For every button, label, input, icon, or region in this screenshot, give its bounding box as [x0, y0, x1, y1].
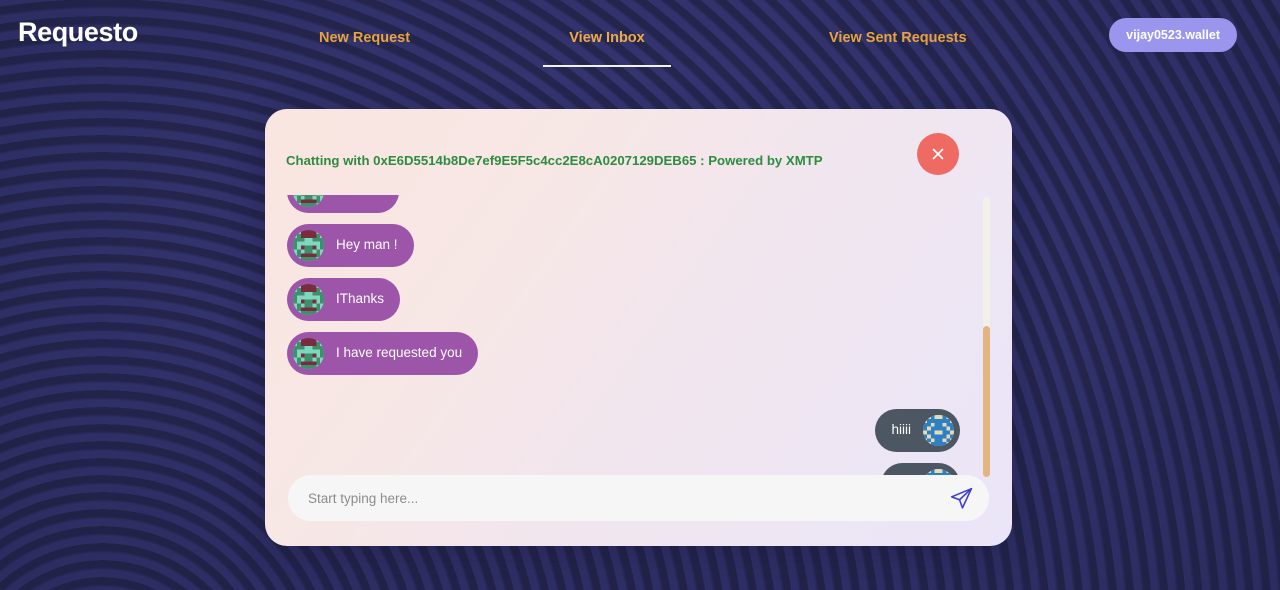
message-bubble-incoming[interactable]: Hey man ! [287, 224, 414, 267]
message-text: Hey man ! [336, 237, 398, 253]
nav-tab-view-inbox[interactable]: View Inbox [543, 30, 671, 56]
nav-tab-new-request[interactable]: New Request [319, 30, 410, 56]
nav-tab-view-sent-requests[interactable]: View Sent Requests [829, 30, 967, 56]
message-row: hiiii [287, 409, 990, 452]
message-row: I have requested you [287, 332, 990, 375]
message-row: hii [287, 463, 990, 475]
blockie-avatar-blue-icon [923, 415, 954, 446]
message-bubble-outgoing[interactable]: hiiii [875, 409, 960, 452]
chat-title: Chatting with 0xE6D5514b8De7ef9E5F5c4cc2… [286, 153, 823, 168]
blockie-avatar-green-icon [293, 230, 324, 261]
message-text: IThanks [336, 291, 384, 307]
nav-tab-new-request-label: New Request [319, 30, 410, 46]
send-message-button[interactable] [933, 475, 989, 521]
wallet-address-label: vijay0523.wallet [1126, 28, 1220, 42]
app-header: Requesto New Request View Inbox View Sen… [0, 0, 1280, 66]
chat-panel: Chatting with 0xE6D5514b8De7ef9E5F5c4cc2… [265, 109, 1012, 546]
wallet-address-button[interactable]: vijay0523.wallet [1109, 18, 1237, 52]
nav-tab-view-sent-requests-label: View Sent Requests [829, 30, 967, 46]
send-paper-plane-icon [949, 486, 974, 511]
message-row: Hey man ! [287, 224, 990, 267]
message-row: IThanks [287, 278, 990, 321]
message-composer [288, 475, 989, 521]
messages-scrollbar-thumb[interactable] [983, 326, 990, 477]
active-tab-underline [543, 65, 671, 67]
message-bubble-outgoing[interactable]: hii [881, 463, 960, 475]
message-text: I have requested you [336, 345, 462, 361]
brand-logo: Requesto [18, 17, 138, 48]
message-bubble-incoming[interactable]: I have requested you [287, 332, 478, 375]
message-text: hiiii [891, 422, 911, 438]
message-bubble-incoming[interactable]: IThanks [287, 278, 400, 321]
blockie-avatar-green-icon [293, 195, 324, 207]
nav-tab-view-inbox-label: View Inbox [569, 30, 644, 46]
blockie-avatar-green-icon [293, 338, 324, 369]
messages-scroll-area[interactable]: Hi there Hey man ! IThanks I have requested… [287, 195, 990, 475]
message-bubble-incoming[interactable]: Hi there [287, 195, 399, 213]
blockie-avatar-green-icon [293, 284, 324, 315]
close-icon [930, 146, 946, 162]
message-text: Hi there [336, 195, 383, 200]
close-chat-button[interactable] [917, 133, 959, 175]
message-row: Hi there [287, 195, 990, 213]
message-input[interactable] [288, 475, 933, 521]
